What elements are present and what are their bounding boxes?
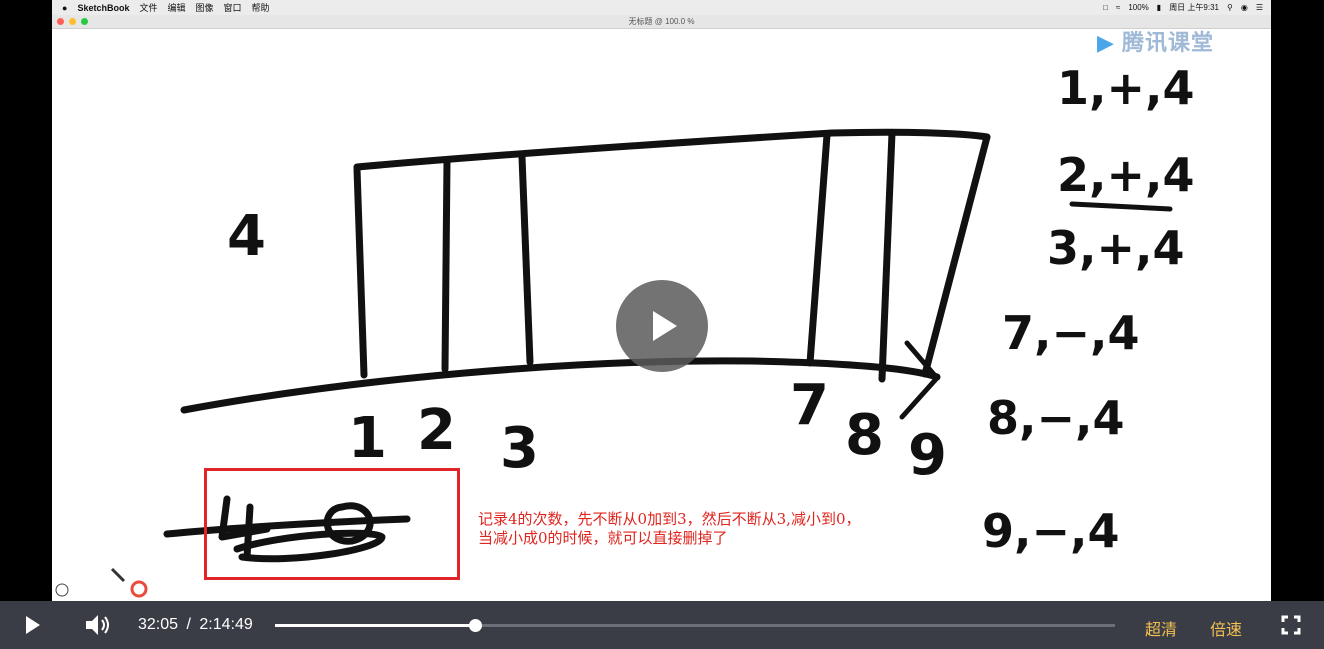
sketch-list-entry: 8,−,4: [987, 391, 1125, 445]
notification-list-icon: ☰: [1255, 3, 1263, 12]
battery-level: 100%: [1128, 3, 1149, 12]
video-letterbox-right: [1271, 0, 1324, 649]
watermark-logo-icon: ▶: [1097, 30, 1115, 55]
wifi-icon: ≈: [1115, 3, 1121, 12]
note-line: 记录4的次数，先不断从0加到3，然后不断从3,减小到0，: [478, 510, 861, 528]
close-dot-icon: [57, 18, 64, 25]
video-frame[interactable]: ● SketchBook 文件 编辑 图像 窗口 帮助 □ ≈ 100% ▮ 周…: [52, 0, 1271, 601]
menu-help: 帮助: [251, 3, 270, 13]
sketch-number: 7: [790, 373, 829, 438]
color-wheel-icon: [130, 580, 148, 598]
apple-icon: ●: [62, 2, 68, 13]
sketch-list-entry: 2,+,4: [1057, 148, 1195, 202]
minimize-dot-icon: [69, 18, 76, 25]
sketch-bar-9: [921, 133, 991, 378]
spotlight-icon: ⚲: [1226, 3, 1233, 12]
time-display: 32:05 / 2:14:49: [138, 616, 257, 634]
window-title-bar: 无标题 @ 100.0 %: [52, 15, 1271, 29]
progress-fill: [275, 624, 475, 627]
sketch-bar-2: [441, 157, 451, 373]
menu-window: 窗口: [223, 3, 242, 13]
sketch-bar-1: [353, 165, 368, 379]
speaker-icon: [86, 615, 109, 635]
zoom-dot-icon: [81, 18, 88, 25]
sketch-list-entry: 3,+,4: [1047, 221, 1185, 275]
progress-handle[interactable]: [468, 619, 482, 632]
progress-bar[interactable]: [275, 619, 1115, 632]
sketch-right-list: 1,+,4 2,+,4 3,+,4 7,−,4 8,−,4 9,−,4: [982, 61, 1195, 558]
sketch-number: 9: [908, 423, 947, 488]
input-method-icon: □: [1103, 3, 1108, 12]
sketch-number: 3: [500, 416, 539, 481]
menu-image: 图像: [195, 3, 214, 13]
menu-file: 文件: [139, 3, 158, 13]
current-time: 32:05: [138, 616, 179, 633]
sketch-number: 1: [348, 406, 387, 471]
speed-button[interactable]: 倍速: [1210, 616, 1242, 640]
sketch-underline: [1069, 201, 1173, 212]
watermark-text: 腾讯课堂: [1122, 30, 1215, 55]
siri-icon: ◉: [1240, 3, 1248, 12]
duration: 2:14:49: [199, 616, 253, 633]
window-title: 无标题 @ 100.0 %: [628, 17, 695, 26]
video-letterbox-left: [0, 0, 52, 649]
quality-button[interactable]: 超清: [1145, 616, 1177, 640]
menu-app-name: SketchBook: [77, 2, 130, 13]
sketch-number: 8: [845, 403, 884, 468]
mac-menu-bar: ● SketchBook 文件 编辑 图像 窗口 帮助 □ ≈ 100% ▮ 周…: [52, 0, 1271, 15]
annotation-highlight-box: [204, 468, 460, 580]
big-play-button[interactable]: [616, 280, 708, 372]
player-control-bar: 32:05 / 2:14:49 超清 倍速: [0, 601, 1324, 649]
play-button[interactable]: [22, 614, 44, 636]
annotation-note: 记录4的次数，先不断从0加到3，然后不断从3,减小到0， 当减小成0的时候，就可…: [478, 510, 861, 548]
sketch-bar-3: [518, 153, 534, 366]
volume-button[interactable]: [84, 613, 112, 637]
sketch-bar-7: [806, 131, 831, 367]
brush-puck-icon: [55, 583, 69, 597]
time-separator: /: [186, 616, 191, 633]
sketch-number: 2: [417, 398, 456, 463]
sketch-list-entry: 7,−,4: [1002, 306, 1140, 360]
tencent-classroom-watermark: ▶ 腾讯课堂: [1097, 25, 1214, 57]
note-line: 当减小成0的时候，就可以直接删掉了: [478, 529, 728, 547]
pencil-tool-icon: [110, 567, 126, 583]
sketch-left-digit: 4: [227, 204, 266, 269]
fullscreen-icon: [1281, 615, 1301, 635]
sketch-list-entry: 9,−,4: [982, 504, 1120, 558]
menu-edit: 编辑: [167, 3, 186, 13]
fullscreen-button[interactable]: [1281, 615, 1301, 635]
battery-icon: ▮: [1156, 3, 1162, 12]
sketch-list-entry: 1,+,4: [1057, 61, 1195, 115]
menu-clock: 周日 上午9:31: [1169, 3, 1219, 12]
sketch-bar-8: [878, 129, 896, 383]
